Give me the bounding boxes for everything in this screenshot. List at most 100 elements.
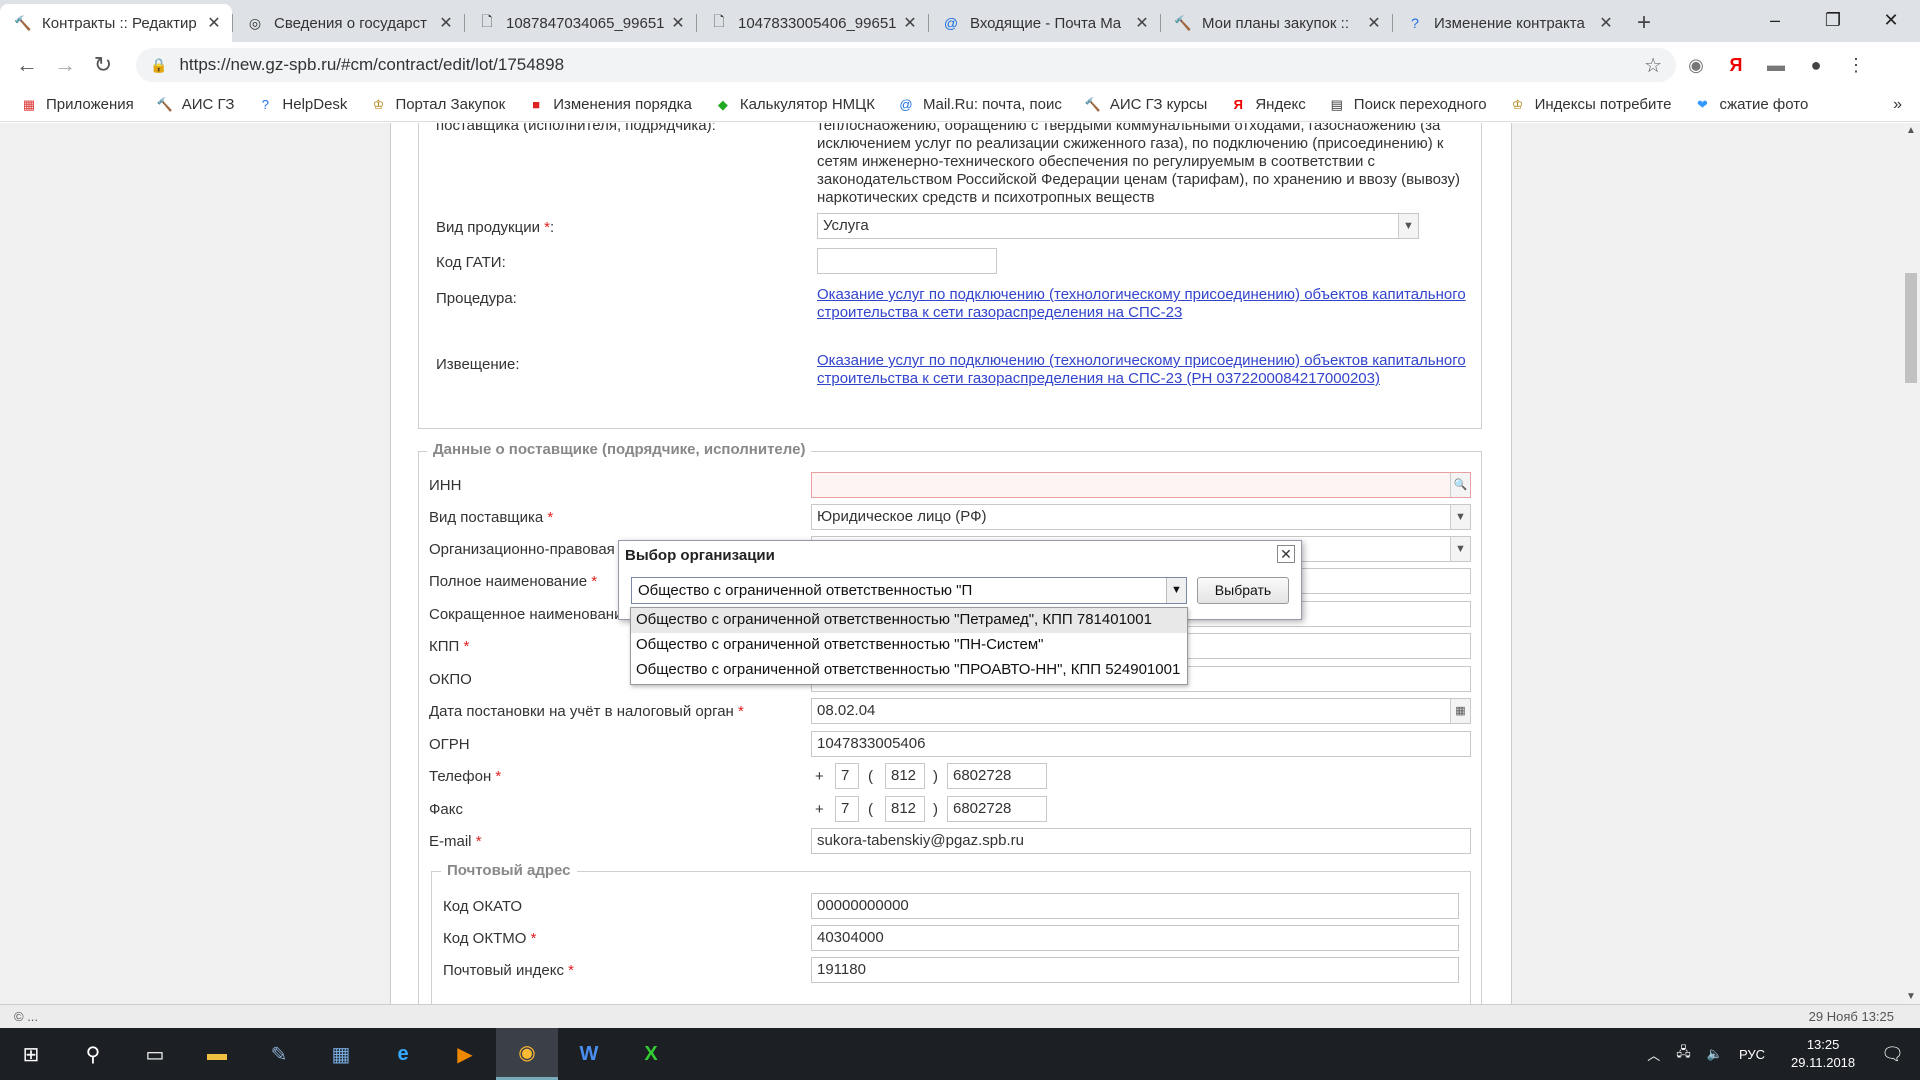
inn-input[interactable]: 🔍: [811, 472, 1471, 498]
fax-country-code[interactable]: 7: [835, 796, 859, 822]
bookmark-yandex[interactable]: Я Яндекс: [1229, 96, 1306, 114]
calculator-icon[interactable]: ▦: [310, 1028, 372, 1080]
scroll-up-icon[interactable]: ▲: [1902, 125, 1920, 136]
input-value: 00000000000: [817, 897, 909, 914]
close-window-icon[interactable]: ✕: [1862, 0, 1920, 40]
close-icon[interactable]: ✕: [206, 13, 222, 33]
address-bar[interactable]: 🔒 https://new.gz-spb.ru/#cm/contract/edi…: [136, 48, 1676, 82]
task-view-icon[interactable]: ▭: [124, 1028, 186, 1080]
phone-number[interactable]: 6802728: [947, 763, 1047, 789]
suggestion-item[interactable]: Общество с ограниченной ответственностью…: [631, 608, 1187, 633]
oktmo-input[interactable]: 40304000: [811, 925, 1459, 951]
scrollbar-thumb[interactable]: [1905, 273, 1917, 383]
email-input[interactable]: sukora-tabenskiy@pgaz.spb.ru: [811, 828, 1471, 854]
clock[interactable]: 13:25 29.11.2018: [1791, 1036, 1855, 1072]
select-button[interactable]: Выбрать: [1197, 577, 1289, 604]
bookmark-portal[interactable]: ♔ Портал Закупок: [369, 96, 506, 114]
media-player-icon[interactable]: ▶: [434, 1028, 496, 1080]
chevron-down-icon[interactable]: ▼: [1450, 505, 1470, 529]
bookmarks-more-icon[interactable]: »: [1893, 96, 1902, 114]
page-scrollbar[interactable]: ▲ ▼: [1902, 123, 1920, 1004]
document-icon: 🗋: [481, 13, 493, 29]
ogrn-input[interactable]: 1047833005406: [811, 731, 1471, 757]
supplier-type-select[interactable]: Юридическое лицо (РФ) ▼: [811, 504, 1471, 530]
chevron-down-icon[interactable]: ▼: [1398, 214, 1418, 238]
suggestion-item[interactable]: Общество с ограниченной ответственностью…: [631, 658, 1187, 683]
scroll-down-icon[interactable]: ▼: [1902, 991, 1920, 1002]
internet-explorer-icon[interactable]: e: [372, 1028, 434, 1080]
bookmark-ais[interactable]: 🔨 АИС ГЗ: [156, 96, 235, 114]
search-icon[interactable]: ⚲: [62, 1028, 124, 1080]
tab-contracts[interactable]: 🔨 Контракты :: Редактир ✕: [0, 4, 232, 42]
calendar-icon[interactable]: ▦: [1450, 699, 1470, 723]
tab-mail[interactable]: @ Входящие - Почта Ma ✕: [928, 4, 1160, 42]
bookmark-indexes[interactable]: ♔ Индексы потребите: [1509, 96, 1672, 114]
forward-icon[interactable]: →: [46, 52, 84, 78]
extension-icon[interactable]: ◉: [1676, 55, 1716, 76]
new-tab-button[interactable]: +: [1624, 4, 1664, 42]
bookmark-helpdesk[interactable]: ? HelpDesk: [256, 96, 348, 114]
fax-area-code[interactable]: 812: [885, 796, 925, 822]
windows-start-icon[interactable]: ⊞: [0, 1028, 62, 1080]
search-icon[interactable]: 🔍: [1450, 473, 1470, 497]
tab-gov-info[interactable]: ◎ Сведения о государст ✕: [232, 4, 464, 42]
tab-file-2[interactable]: 🗋 1047833005406_99651 ✕: [696, 4, 928, 42]
fax-number[interactable]: 6802728: [947, 796, 1047, 822]
suggestion-item[interactable]: Общество с ограниченной ответственностью…: [631, 633, 1187, 658]
label-text: Вид продукции: [436, 219, 540, 236]
reload-icon[interactable]: ↻: [84, 52, 122, 78]
tools-icon: 🔨: [14, 14, 32, 31]
close-icon[interactable]: ✕: [902, 13, 918, 33]
zip-input[interactable]: 191180: [811, 957, 1459, 983]
bookmark-search[interactable]: ▤ Поиск переходного: [1328, 96, 1487, 114]
word-icon[interactable]: W: [558, 1028, 620, 1080]
maximize-icon[interactable]: ❐: [1804, 0, 1862, 40]
network-icon[interactable]: 🖧: [1676, 1043, 1691, 1065]
bookmark-ais-courses[interactable]: 🔨 АИС ГЗ курсы: [1084, 96, 1208, 114]
tab-contract-change[interactable]: ? Изменение контракта ✕: [1392, 4, 1624, 42]
procedure-link[interactable]: Оказание услуг по подключению (технологи…: [817, 286, 1466, 322]
close-icon[interactable]: ✕: [438, 13, 454, 33]
bookmark-nmck[interactable]: ◆ Калькулятор НМЦК: [714, 96, 875, 114]
menu-icon[interactable]: ⋮: [1836, 55, 1876, 76]
app-tools-icon[interactable]: ✎: [248, 1028, 310, 1080]
notifications-icon[interactable]: 🗨: [1881, 1044, 1904, 1065]
file-explorer-icon[interactable]: ▬: [186, 1028, 248, 1080]
close-icon[interactable]: ✕: [1598, 13, 1614, 33]
excel-icon[interactable]: X: [620, 1028, 682, 1080]
star-icon[interactable]: ☆: [1644, 53, 1662, 78]
extension-icon[interactable]: ▬: [1756, 55, 1796, 76]
close-icon[interactable]: ✕: [1134, 13, 1150, 33]
yandex-icon[interactable]: Я: [1716, 55, 1756, 76]
chrome-icon[interactable]: ◉: [496, 1028, 558, 1080]
bookmark-changes[interactable]: ■ Изменения порядка: [527, 96, 692, 114]
phone-country-code[interactable]: 7: [835, 763, 859, 789]
close-icon[interactable]: ✕: [1366, 13, 1382, 33]
minimize-icon[interactable]: –: [1746, 0, 1804, 40]
close-icon[interactable]: ✕: [670, 13, 686, 33]
okato-input[interactable]: 00000000000: [811, 893, 1459, 919]
organization-search-combo[interactable]: Общество с ограниченной ответственностью…: [631, 577, 1187, 604]
phone-area-code[interactable]: 812: [885, 763, 925, 789]
back-icon[interactable]: ←: [8, 52, 46, 78]
chevron-down-icon[interactable]: ▼: [1450, 537, 1470, 561]
bookmark-label: АИС ГЗ курсы: [1109, 96, 1208, 113]
volume-icon[interactable]: 🔈: [1707, 1046, 1723, 1062]
chevron-up-icon[interactable]: ︿: [1647, 1045, 1660, 1064]
bookmark-mailru[interactable]: @ Mail.Ru: почта, поис: [897, 96, 1061, 114]
bookmark-compress[interactable]: ❤ сжатие фото: [1693, 96, 1808, 114]
notice-link[interactable]: Оказание услуг по подключению (технологи…: [817, 352, 1466, 388]
product-type-select[interactable]: Услуга ▼: [817, 213, 1419, 239]
procedure-label: Процедура:: [436, 290, 517, 307]
tab-title: Сведения о государст: [274, 14, 427, 32]
chevron-down-icon[interactable]: ▼: [1166, 578, 1186, 603]
tab-plans[interactable]: 🔨 Мои планы закупок :: ✕: [1160, 4, 1392, 42]
reg-date-input[interactable]: 08.02.04 ▦: [811, 698, 1471, 724]
gati-input[interactable]: [817, 248, 997, 274]
close-icon[interactable]: ✕: [1277, 545, 1295, 563]
bookmark-apps[interactable]: ▦ Приложения: [20, 96, 134, 114]
tab-file-1[interactable]: 🗋 1087847034065_99651 ✕: [464, 4, 696, 42]
language-indicator[interactable]: РУС: [1739, 1047, 1765, 1062]
system-tray: ︿ 🖧 🔈 РУС 13:25 29.11.2018 🗨: [1639, 1036, 1920, 1072]
profile-icon[interactable]: ●: [1796, 55, 1836, 76]
